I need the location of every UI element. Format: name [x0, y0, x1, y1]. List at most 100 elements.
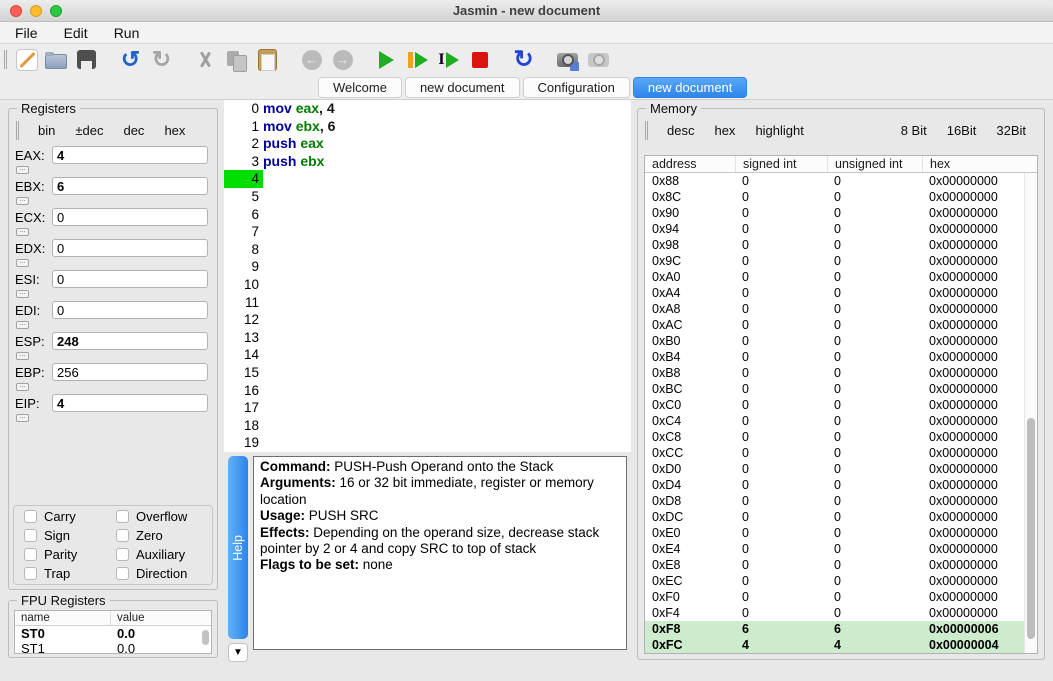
memory-row-0xa8[interactable]: 0xA8 0 0 0x00000000 — [645, 301, 1024, 317]
format-button-hex[interactable]: hex — [154, 123, 195, 138]
memory-row-0x94[interactable]: 0x94 0 0 0x00000000 — [645, 221, 1024, 237]
tab-welcome[interactable]: Welcome — [318, 76, 402, 98]
memory-width-button-32bit[interactable]: 32Bit — [986, 123, 1036, 138]
memory-row-0xf0[interactable]: 0xF0 0 0 0x00000000 — [645, 589, 1024, 605]
snapshot-load-icon[interactable] — [585, 47, 612, 73]
memory-row-0xbc[interactable]: 0xBC 0 0 0x00000000 — [645, 381, 1024, 397]
copy-icon[interactable] — [223, 47, 250, 73]
memory-row-0xb0[interactable]: 0xB0 0 0 0x00000000 — [645, 333, 1024, 349]
register-expand-button[interactable]: ... — [16, 350, 29, 360]
register-value-field[interactable] — [52, 394, 208, 412]
memory-button-desc[interactable]: desc — [657, 123, 704, 138]
undo-icon[interactable] — [117, 47, 144, 73]
memory-button-highlight[interactable]: highlight — [745, 123, 813, 138]
redo-icon[interactable] — [148, 47, 175, 73]
memory-row-0xe0[interactable]: 0xE0 0 0 0x00000000 — [645, 525, 1024, 541]
memory-row-0xe8[interactable]: 0xE8 0 0 0x00000000 — [645, 557, 1024, 573]
memory-row-0xc8[interactable]: 0xC8 0 0 0x00000000 — [645, 429, 1024, 445]
flag-checkbox-zero[interactable] — [116, 529, 129, 542]
memory-button-hex[interactable]: hex — [704, 123, 745, 138]
memory-row-0xdc[interactable]: 0xDC 0 0 0x00000000 — [645, 509, 1024, 525]
memory-row-0xc4[interactable]: 0xC4 0 0 0x00000000 — [645, 413, 1024, 429]
back-icon[interactable] — [298, 47, 325, 73]
memory-scrollbar[interactable] — [1024, 173, 1037, 653]
register-value-field[interactable] — [52, 363, 208, 381]
memory-row-0xac[interactable]: 0xAC 0 0 0x00000000 — [645, 317, 1024, 333]
registers-toolbar-drag-handle[interactable] — [16, 120, 19, 140]
new-file-icon[interactable] — [16, 48, 38, 71]
flag-checkbox-auxiliary[interactable] — [116, 548, 129, 561]
snapshot-save-icon[interactable] — [554, 47, 581, 73]
step-icon[interactable] — [435, 47, 462, 73]
flag-checkbox-carry[interactable] — [24, 510, 37, 523]
memory-scrollbar-thumb[interactable] — [1027, 417, 1035, 639]
memory-row-0xa4[interactable]: 0xA4 0 0 0x00000000 — [645, 285, 1024, 301]
format-button-dec[interactable]: ±dec — [65, 123, 113, 138]
memory-row-0xd4[interactable]: 0xD4 0 0 0x00000000 — [645, 477, 1024, 493]
memory-row-0xd8[interactable]: 0xD8 0 0 0x00000000 — [645, 493, 1024, 509]
flag-checkbox-direction[interactable] — [116, 567, 129, 580]
register-expand-button[interactable]: ... — [16, 195, 29, 205]
register-value-field[interactable] — [52, 177, 208, 195]
flag-checkbox-trap[interactable] — [24, 567, 37, 580]
register-expand-button[interactable]: ... — [16, 412, 29, 422]
format-button-dec[interactable]: dec — [113, 123, 154, 138]
close-button[interactable] — [10, 5, 22, 17]
reset-icon[interactable] — [510, 47, 537, 73]
open-file-icon[interactable] — [42, 47, 69, 73]
register-value-field[interactable] — [52, 332, 208, 350]
register-value-field[interactable] — [52, 270, 208, 288]
help-tab[interactable]: Help — [228, 456, 248, 639]
memory-row-0x8c[interactable]: 0x8C 0 0 0x00000000 — [645, 189, 1024, 205]
register-value-field[interactable] — [52, 239, 208, 257]
memory-row-0x9c[interactable]: 0x9C 0 0 0x00000000 — [645, 253, 1024, 269]
flag-checkbox-overflow[interactable] — [116, 510, 129, 523]
memory-row-0xec[interactable]: 0xEC 0 0 0x00000000 — [645, 573, 1024, 589]
register-value-field[interactable] — [52, 208, 208, 226]
memory-row-0xc0[interactable]: 0xC0 0 0 0x00000000 — [645, 397, 1024, 413]
memory-row-0x88[interactable]: 0x88 0 0 0x00000000 — [645, 173, 1024, 189]
memory-row-0xf4[interactable]: 0xF4 0 0 0x00000000 — [645, 605, 1024, 621]
flag-checkbox-parity[interactable] — [24, 548, 37, 561]
memory-row-0x98[interactable]: 0x98 0 0 0x00000000 — [645, 237, 1024, 253]
register-expand-button[interactable]: ... — [16, 381, 29, 391]
fpu-scrollbar-thumb[interactable] — [202, 630, 209, 645]
memory-toolbar-drag-handle[interactable] — [645, 120, 648, 140]
help-collapse-button[interactable]: ▼ — [228, 643, 248, 662]
memory-width-button-8-bit[interactable]: 8 Bit — [891, 123, 937, 138]
toolbar-drag-handle[interactable] — [4, 50, 7, 69]
memory-row-0xe4[interactable]: 0xE4 0 0 0x00000000 — [645, 541, 1024, 557]
register-expand-button[interactable]: ... — [16, 257, 29, 267]
format-button-bin[interactable]: bin — [28, 123, 65, 138]
minimize-button[interactable] — [30, 5, 42, 17]
zoom-button[interactable] — [50, 5, 62, 17]
menu-run[interactable]: Run — [101, 25, 153, 41]
register-expand-button[interactable]: ... — [16, 164, 29, 174]
memory-row-0xb4[interactable]: 0xB4 0 0 0x00000000 — [645, 349, 1024, 365]
tab-configuration[interactable]: Configuration — [522, 76, 630, 98]
run-icon[interactable] — [373, 47, 400, 73]
code-editor[interactable]: 0 mov eax, 4 1 mov ebx, 6 2 push eax 3 push ebx… — [224, 100, 631, 452]
memory-row-0xf8[interactable]: 0xF8 6 6 0x00000006 — [645, 621, 1024, 637]
register-value-field[interactable] — [52, 146, 208, 164]
paste-icon[interactable] — [254, 47, 281, 73]
memory-row-0xcc[interactable]: 0xCC 0 0 0x00000000 — [645, 445, 1024, 461]
run-pause-icon[interactable] — [404, 47, 431, 73]
cut-icon[interactable] — [192, 47, 219, 73]
forward-icon[interactable] — [329, 47, 356, 73]
stop-icon[interactable] — [466, 47, 493, 73]
register-value-field[interactable] — [52, 301, 208, 319]
register-expand-button[interactable]: ... — [16, 319, 29, 329]
memory-row-0xb8[interactable]: 0xB8 0 0 0x00000000 — [645, 365, 1024, 381]
memory-row-0xfc[interactable]: 0xFC 4 4 0x00000004 — [645, 637, 1024, 653]
register-expand-button[interactable]: ... — [16, 288, 29, 298]
register-expand-button[interactable]: ... — [16, 226, 29, 236]
flag-checkbox-sign[interactable] — [24, 529, 37, 542]
tab-new-document[interactable]: new document — [632, 76, 748, 98]
memory-width-button-16bit[interactable]: 16Bit — [937, 123, 987, 138]
save-file-icon[interactable] — [73, 47, 100, 73]
menu-file[interactable]: File — [2, 25, 51, 41]
memory-row-0xd0[interactable]: 0xD0 0 0 0x00000000 — [645, 461, 1024, 477]
tab-new-document[interactable]: new document — [404, 76, 520, 98]
memory-row-0xa0[interactable]: 0xA0 0 0 0x00000000 — [645, 269, 1024, 285]
